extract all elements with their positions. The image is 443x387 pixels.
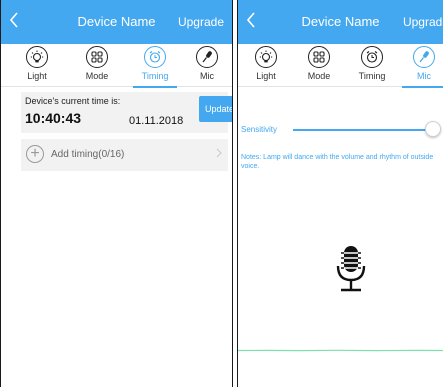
add-timing-label: Add timing(0/16) bbox=[51, 149, 125, 160]
timing-screen: Device Name Upgrade Light Mode Timing Mi… bbox=[0, 0, 233, 387]
tab-label: Mic bbox=[200, 71, 214, 81]
tab-timing[interactable]: Timing bbox=[350, 46, 394, 86]
mic-screen: Device Name Upgrade Light bbox=[237, 0, 443, 387]
tab-label: Light bbox=[27, 71, 47, 81]
microphone-icon bbox=[196, 46, 218, 68]
tab-bar: Light Mode Timing Mic bbox=[238, 44, 443, 88]
upgrade-button[interactable]: Upgrade bbox=[403, 0, 443, 44]
microphone-icon[interactable] bbox=[331, 244, 371, 296]
sensitivity-label: Sensitivity bbox=[241, 125, 278, 134]
device-time-card: Device's current time is: 10:40:43 01.11… bbox=[21, 92, 232, 133]
active-tab-indicator bbox=[133, 86, 177, 88]
device-time: 10:40:43 bbox=[25, 110, 82, 126]
tab-mode[interactable]: Mode bbox=[297, 46, 341, 86]
grid-icon bbox=[308, 46, 330, 68]
sensitivity-slider-track[interactable] bbox=[293, 129, 433, 131]
time-caption: Device's current time is: bbox=[25, 96, 121, 106]
tab-mic[interactable]: Mic bbox=[402, 46, 443, 88]
tab-bar: Light Mode Timing Mic bbox=[1, 44, 232, 88]
active-tab-indicator bbox=[402, 86, 443, 88]
bulb-icon bbox=[26, 46, 48, 68]
mic-notes: Notes: Lamp will dance with the volume a… bbox=[241, 154, 434, 170]
upgrade-button[interactable]: Upgrade bbox=[178, 0, 224, 44]
grid-icon bbox=[86, 46, 108, 68]
tab-light[interactable]: Light bbox=[15, 46, 59, 86]
tab-label: Timing bbox=[358, 71, 386, 81]
tab-light[interactable]: Light bbox=[244, 46, 288, 86]
plus-circle-icon: + bbox=[26, 145, 44, 163]
chevron-right-icon bbox=[216, 147, 222, 161]
add-timing-row[interactable]: + Add timing(0/16) bbox=[21, 139, 228, 171]
update-button[interactable]: Update bbox=[199, 96, 232, 122]
tab-timing[interactable]: Timing bbox=[133, 46, 177, 88]
tab-label: Mic bbox=[417, 71, 431, 81]
bulb-icon bbox=[255, 46, 277, 68]
tab-label: Light bbox=[256, 71, 276, 81]
tab-label: Mode bbox=[85, 71, 109, 81]
device-date: 01.11.2018 bbox=[129, 115, 184, 127]
microphone-icon bbox=[413, 46, 435, 68]
tab-label: Mode bbox=[307, 71, 331, 81]
alarm-clock-icon bbox=[144, 46, 166, 68]
voice-waveform bbox=[238, 339, 443, 352]
alarm-clock-icon bbox=[361, 46, 383, 68]
tab-label: Timing bbox=[141, 71, 169, 81]
sensitivity-slider-thumb[interactable] bbox=[425, 121, 441, 137]
nav-bar: Device Name Upgrade bbox=[238, 0, 443, 44]
tab-mic[interactable]: Mic bbox=[185, 46, 229, 86]
nav-bar: Device Name Upgrade bbox=[1, 0, 232, 44]
tab-mode[interactable]: Mode bbox=[75, 46, 119, 86]
